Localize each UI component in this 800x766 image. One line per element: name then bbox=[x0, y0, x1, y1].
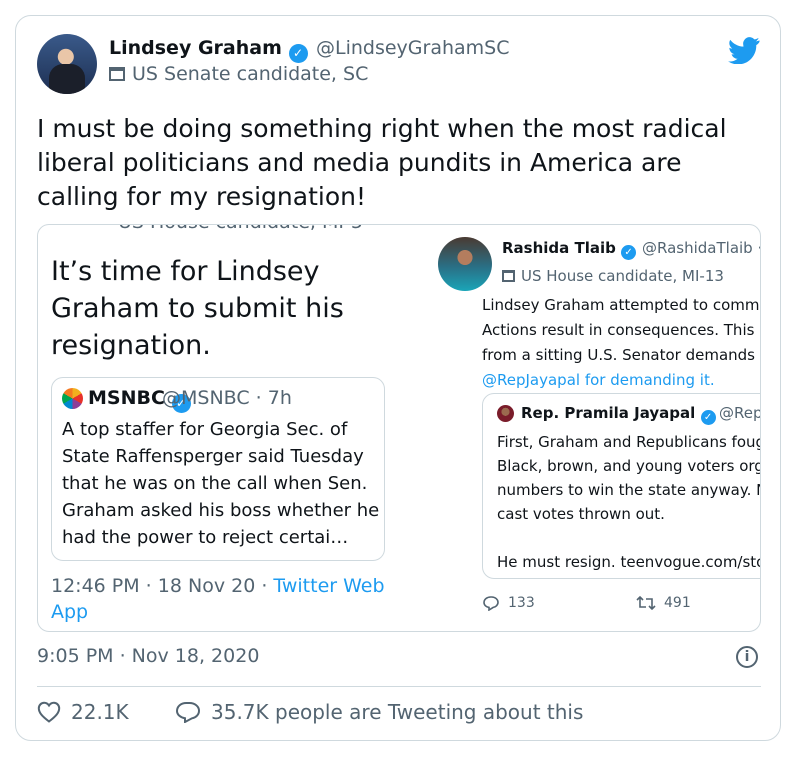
tlaib-name-row: Rashida Tlaib ✓ bbox=[502, 239, 637, 260]
jayapal-name: Rep. Pramila Jayapal bbox=[521, 404, 696, 422]
jayapal-avatar bbox=[497, 405, 514, 422]
author-avatar[interactable] bbox=[37, 34, 97, 94]
quote-left-text: It’s time for Lindsey Graham to submit h… bbox=[51, 256, 344, 361]
tlaib-handle: @RashidaTlaib · 2h bbox=[642, 239, 760, 257]
verified-badge-icon: ✓ bbox=[621, 245, 637, 260]
embedded-msnbc-tweet[interactable]: MSNBC ✓ @MSNBC · 7h A top staffer for Ge… bbox=[51, 377, 385, 561]
verified-badge-icon: ✓ bbox=[700, 410, 716, 425]
quote-left-time: 12:46 PM · 18 Nov 20 · bbox=[51, 575, 274, 597]
jayapal-handle: @Rep bbox=[719, 404, 761, 422]
speech-bubble-icon bbox=[175, 702, 201, 723]
jayapal-name-row: Rep. Pramila Jayapal ✓ bbox=[521, 404, 716, 425]
msnbc-peacock-icon bbox=[62, 388, 83, 409]
like-count: 22.1K bbox=[71, 700, 129, 724]
heart-icon bbox=[37, 701, 61, 723]
divider bbox=[37, 686, 761, 687]
twitter-bird-icon[interactable] bbox=[728, 37, 760, 68]
verified-badge-icon: ✓ bbox=[288, 44, 308, 63]
msnbc-handle: @MSNBC · 7h bbox=[162, 387, 292, 409]
ballot-box-icon bbox=[502, 270, 515, 282]
retweet-icon bbox=[636, 595, 656, 611]
reply-icon bbox=[483, 596, 499, 611]
tlaib-label: US House candidate, MI-13 bbox=[502, 267, 724, 285]
quote-right-panel: Rashida Tlaib ✓ @RashidaTlaib · 2h US Ho… bbox=[418, 225, 761, 631]
msnbc-name: MSNBC bbox=[88, 387, 165, 409]
jayapal-text: First, Graham and Republicans foug Black… bbox=[497, 433, 761, 571]
retweet-stat: 491 bbox=[636, 595, 691, 611]
ballot-box-icon bbox=[109, 67, 125, 81]
embedded-jayapal-tweet: Rep. Pramila Jayapal ✓ @Rep First, Graha… bbox=[482, 393, 761, 579]
like-button[interactable]: 22.1K bbox=[37, 700, 129, 724]
author-handle[interactable]: @LindseyGrahamSC bbox=[316, 37, 510, 59]
tweet-text: I must be doing something right when the… bbox=[37, 114, 727, 211]
conversation-text: 35.7K people are Tweeting about this bbox=[211, 700, 584, 724]
author-label: US Senate candidate, SC bbox=[109, 63, 368, 85]
info-icon[interactable]: i bbox=[736, 646, 758, 668]
author-name-row[interactable]: Lindsey Graham ✓ bbox=[109, 37, 308, 63]
tlaib-name: Rashida Tlaib bbox=[502, 239, 616, 257]
msnbc-text: A top staffer for Georgia Sec. of State … bbox=[62, 419, 380, 548]
quote-left-meta: 12:46 PM · 18 Nov 20 · Twitter Web App bbox=[51, 573, 391, 625]
tweet-timestamp[interactable]: 9:05 PM · Nov 18, 2020 bbox=[37, 645, 259, 667]
reply-stat: 133 bbox=[482, 595, 535, 611]
cropped-header: US House candidate, MI-5 bbox=[118, 225, 363, 233]
conversation-link[interactable]: 35.7K people are Tweeting about this bbox=[175, 700, 583, 724]
tlaib-text: Lindsey Graham attempted to comm Actions… bbox=[482, 296, 760, 389]
quoted-screenshot[interactable]: US House candidate, MI-5 It’s time for L… bbox=[37, 224, 761, 632]
author-name[interactable]: Lindsey Graham bbox=[109, 37, 282, 59]
tlaib-avatar bbox=[438, 237, 492, 291]
